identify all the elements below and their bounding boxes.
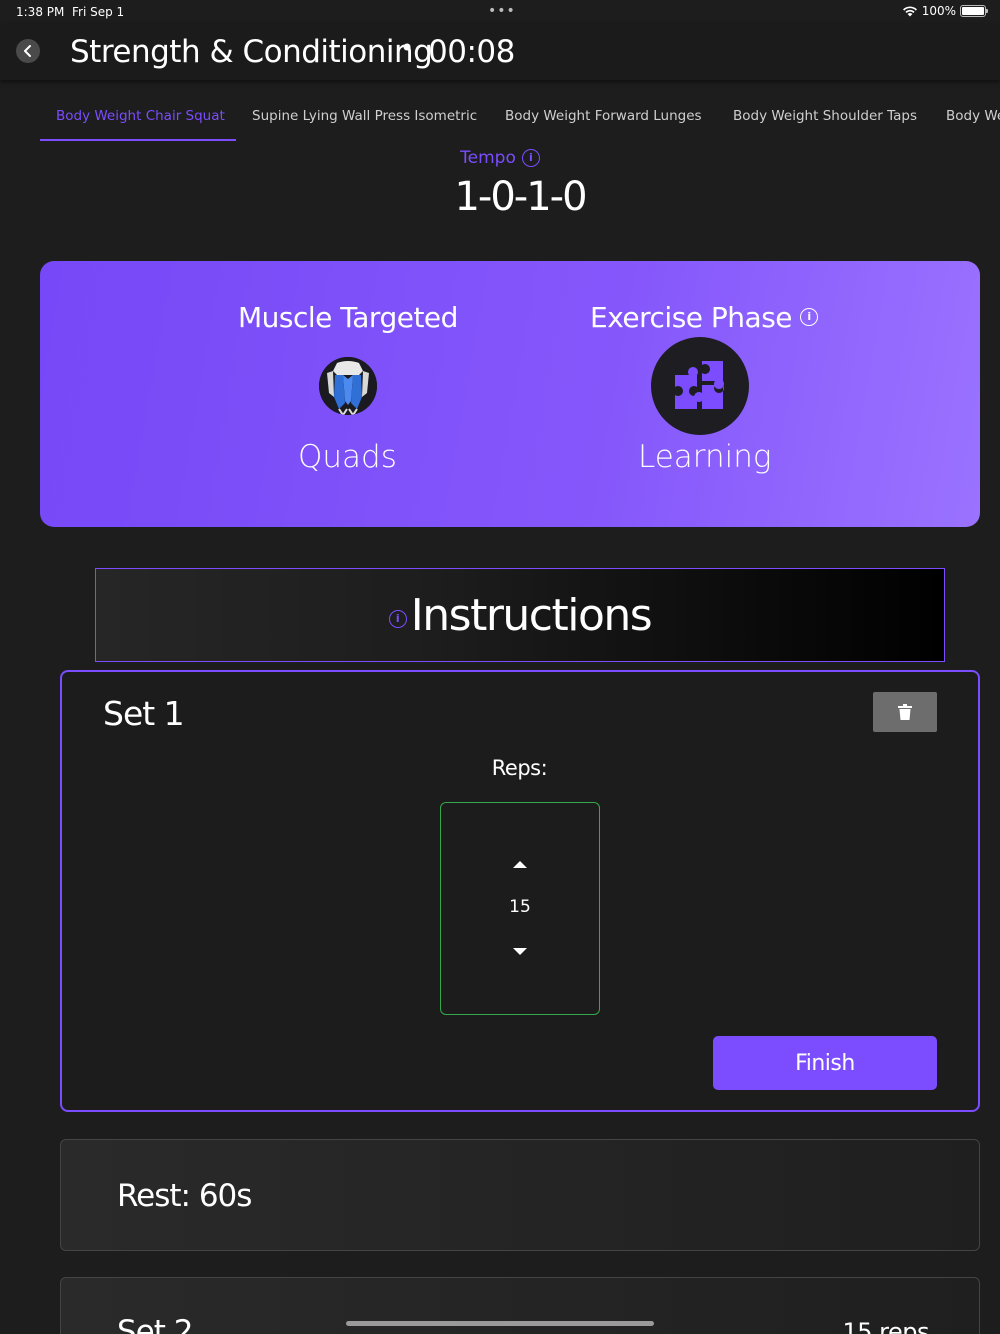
tab-supine-lying-wall-press[interactable]: Supine Lying Wall Press Isometric	[252, 108, 477, 124]
tempo-label: Tempo	[460, 148, 516, 168]
reps-value[interactable]: 15	[441, 897, 599, 917]
tempo-header: Tempo i	[0, 148, 1000, 168]
instructions-button[interactable]: i Instructions	[95, 568, 945, 662]
reps-stepper[interactable]: 15	[440, 802, 600, 1015]
rest-label: Rest: 60s	[117, 1178, 252, 1214]
page-title: Strength & Conditioning	[70, 34, 433, 70]
exercise-phase-title: Exercise Phase i	[590, 301, 819, 334]
set-2-title: Set 2	[117, 1314, 193, 1334]
status-bar: 1:38 PM Fri Sep 1 ••• 100%	[0, 0, 1000, 24]
exercise-tabs: Body Weight Chair Squat Supine Lying Wal…	[0, 96, 1000, 142]
back-button[interactable]	[16, 39, 40, 63]
reps-label: Reps:	[491, 756, 548, 780]
header: Strength & Conditioning • 00:08	[0, 24, 1000, 80]
status-indicators: 100%	[902, 4, 988, 18]
status-time: 1:38 PM	[16, 5, 65, 19]
phase-value: Learning	[638, 439, 772, 475]
battery-icon	[960, 5, 988, 17]
finish-button[interactable]: Finish	[713, 1036, 937, 1090]
tab-body-weight-next[interactable]: Body We	[946, 108, 1000, 124]
chevron-left-icon	[24, 45, 31, 57]
exercise-summary-card: Muscle Targeted Quads Exercise Phase i Le…	[40, 261, 980, 527]
set-1-card: Set 1 Reps: 15 Finish	[60, 670, 980, 1112]
rest-card: Rest: 60s	[60, 1139, 980, 1251]
muscle-value: Quads	[298, 439, 397, 475]
status-date: Fri Sep 1	[72, 5, 125, 19]
workout-timer: 00:08	[428, 34, 515, 70]
tempo-value: 1-0-1-0	[454, 174, 587, 220]
exercise-phase-label: Exercise Phase	[590, 301, 793, 334]
tab-body-weight-shoulder-taps[interactable]: Body Weight Shoulder Taps	[733, 108, 917, 124]
instructions-info-icon: i	[388, 610, 407, 628]
delete-set-button[interactable]	[873, 692, 937, 732]
tempo-info-icon[interactable]: i	[521, 149, 540, 167]
increment-arrow-icon[interactable]	[513, 861, 527, 868]
puzzle-icon	[651, 337, 749, 435]
set-1-title: Set 1	[103, 694, 185, 733]
tab-body-weight-forward-lunges[interactable]: Body Weight Forward Lunges	[505, 108, 702, 124]
quads-muscle-icon	[319, 357, 377, 415]
trash-icon	[898, 704, 912, 720]
set-2-reps: 15 reps	[842, 1318, 929, 1334]
active-tab-indicator	[40, 139, 236, 141]
title-separator: •	[400, 34, 415, 62]
muscle-targeted-title: Muscle Targeted	[238, 301, 458, 334]
home-indicator[interactable]	[346, 1321, 654, 1326]
decrement-arrow-icon[interactable]	[513, 948, 527, 955]
instructions-label: Instructions	[410, 589, 653, 641]
phase-info-icon[interactable]: i	[800, 308, 819, 326]
tab-body-weight-chair-squat[interactable]: Body Weight Chair Squat	[56, 108, 225, 124]
multitasking-dots-icon[interactable]: •••	[488, 4, 516, 18]
wifi-icon	[902, 6, 917, 17]
battery-percent: 100%	[921, 4, 956, 18]
